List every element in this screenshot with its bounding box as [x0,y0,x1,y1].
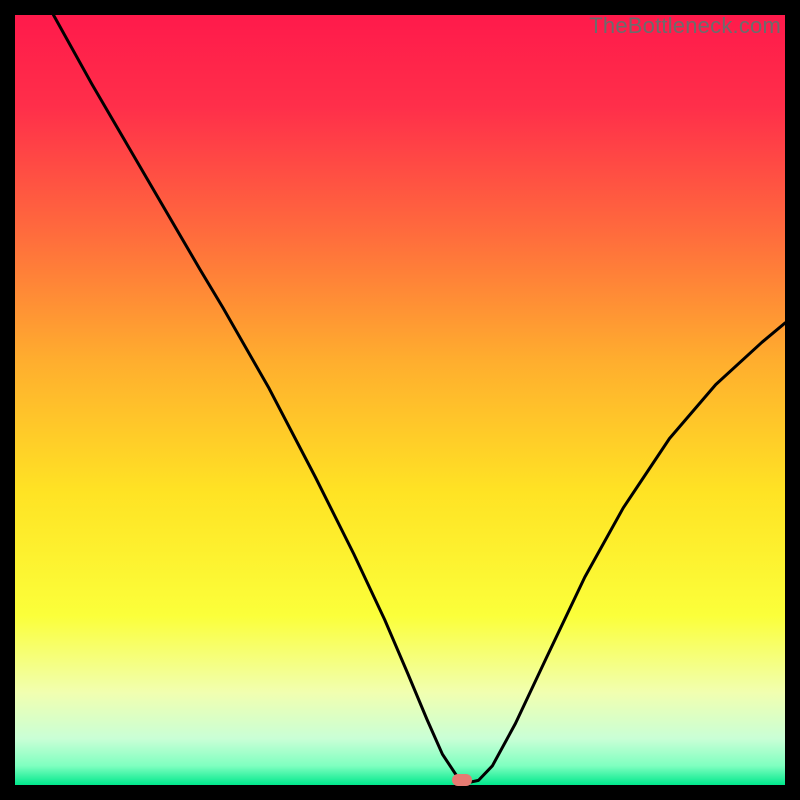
bottleneck-curve [54,15,786,783]
curve-layer [15,15,785,785]
chart-frame: TheBottleneck.com [15,15,785,785]
attribution-label: TheBottleneck.com [589,13,781,39]
plot-area [15,15,785,785]
optimum-marker [452,774,472,786]
